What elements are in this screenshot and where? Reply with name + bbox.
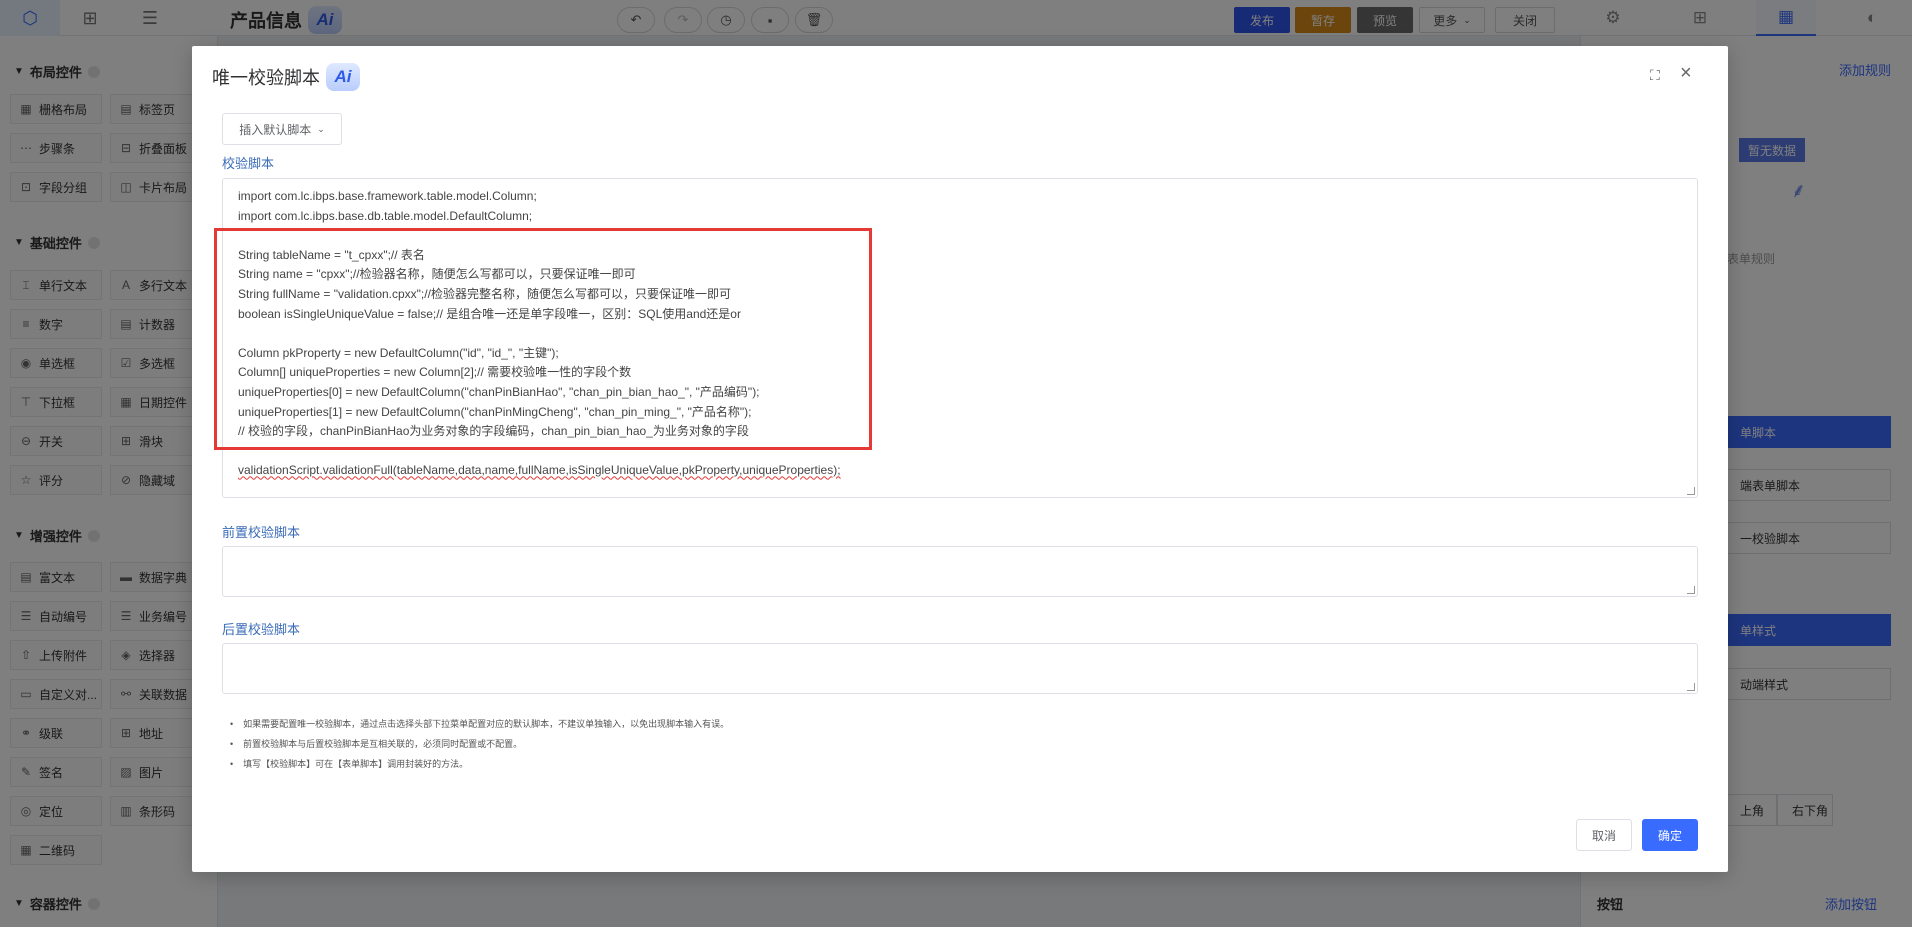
ai-badge[interactable]: Ai [326,63,360,91]
script-label: 校验脚本 [222,156,275,171]
tips-list: • 如果需要配置唯一校验脚本，通过点击选择头部下拉菜单配置对应的默认脚本，不建议单… [230,714,729,774]
insert-default-script-dropdown[interactable]: 插入默认脚本 ⌄ [222,113,342,145]
bullet: • [230,759,234,769]
confirm-button[interactable]: 确定 [1642,819,1698,851]
close-icon[interactable]: × [1680,63,1692,83]
fullscreen-icon[interactable]: ⛶ [1650,67,1660,84]
cancel-button[interactable]: 取消 [1576,819,1632,851]
resize-handle[interactable] [1687,586,1695,594]
unique-script-dialog: 唯一校验脚本 Ai ⛶ × 插入默认脚本 ⌄ 校验脚本 import com.l… [192,46,1728,872]
insert-default-label: 插入默认脚本 [239,122,312,137]
code-line: import com.lc.ibps.base.db.table.model.D… [238,208,533,223]
post-script-label: 后置校验脚本 [222,622,301,637]
code-line: import com.lc.ibps.base.framework.table.… [238,189,537,203]
dialog-title-text: 唯一校验脚本 [212,68,320,88]
code-line: validationScript.validationFull(tableNam… [238,463,841,478]
chevron-down-icon: ⌄ [317,123,325,134]
highlight-box [214,228,872,450]
tip-text: 如果需要配置唯一校验脚本，通过点击选择头部下拉菜单配置对应的默认脚本，不建议单独… [243,719,730,729]
dialog-title: 唯一校验脚本 Ai [212,63,360,91]
tip-text: 填写【校验脚本】可在【表单脚本】调用封装好的方法。 [243,759,469,769]
post-script-textarea[interactable] [222,643,1698,694]
bullet: • [230,739,234,749]
tip-item: • 如果需要配置唯一校验脚本，通过点击选择头部下拉菜单配置对应的默认脚本，不建议单… [230,714,729,734]
resize-handle[interactable] [1687,487,1695,495]
tip-item: • 前置校验脚本与后置校验脚本是互相关联的，必须同时配置或不配置。 [230,734,729,754]
tip-text: 前置校验脚本与后置校验脚本是互相关联的，必须同时配置或不配置。 [243,739,523,749]
bullet: • [230,719,234,729]
pre-script-textarea[interactable] [222,546,1698,597]
pre-script-label: 前置校验脚本 [222,525,301,540]
tip-item: • 填写【校验脚本】可在【表单脚本】调用封装好的方法。 [230,754,729,774]
resize-handle[interactable] [1687,683,1695,691]
